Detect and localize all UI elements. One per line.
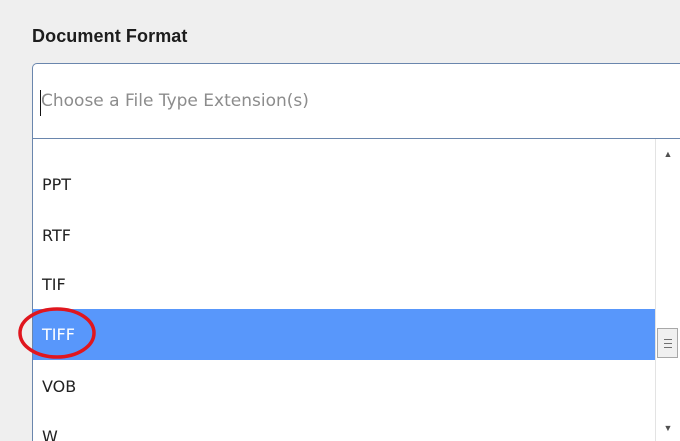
thumb-grip-line xyxy=(664,343,672,344)
file-type-search-input[interactable] xyxy=(39,86,671,116)
file-type-dropdown-list[interactable]: PPT RTF TIF TIFF VOB W xyxy=(32,139,680,441)
option-tiff[interactable]: TIFF xyxy=(33,309,656,360)
option-rtf[interactable]: RTF xyxy=(33,210,656,261)
scroll-up-icon[interactable]: ▲ xyxy=(656,147,680,161)
section-title: Document Format xyxy=(32,26,188,46)
text-cursor xyxy=(40,90,41,116)
file-type-search-box[interactable] xyxy=(32,63,680,139)
thumb-grip-line xyxy=(664,347,672,348)
option-vob[interactable]: VOB xyxy=(33,361,656,412)
option-w[interactable]: W xyxy=(33,411,656,441)
document-format-panel: Document Format PPT RTF TIF TIFF VOB W ▲… xyxy=(0,0,680,441)
thumb-grip-line xyxy=(664,339,672,340)
scroll-down-icon[interactable]: ▼ xyxy=(656,421,680,435)
scroll-thumb[interactable] xyxy=(657,328,678,358)
option-ppt[interactable]: PPT xyxy=(33,159,656,210)
dropdown-scrollbar[interactable]: ▲ ▼ xyxy=(655,139,680,441)
option-tif[interactable]: TIF xyxy=(33,259,656,310)
